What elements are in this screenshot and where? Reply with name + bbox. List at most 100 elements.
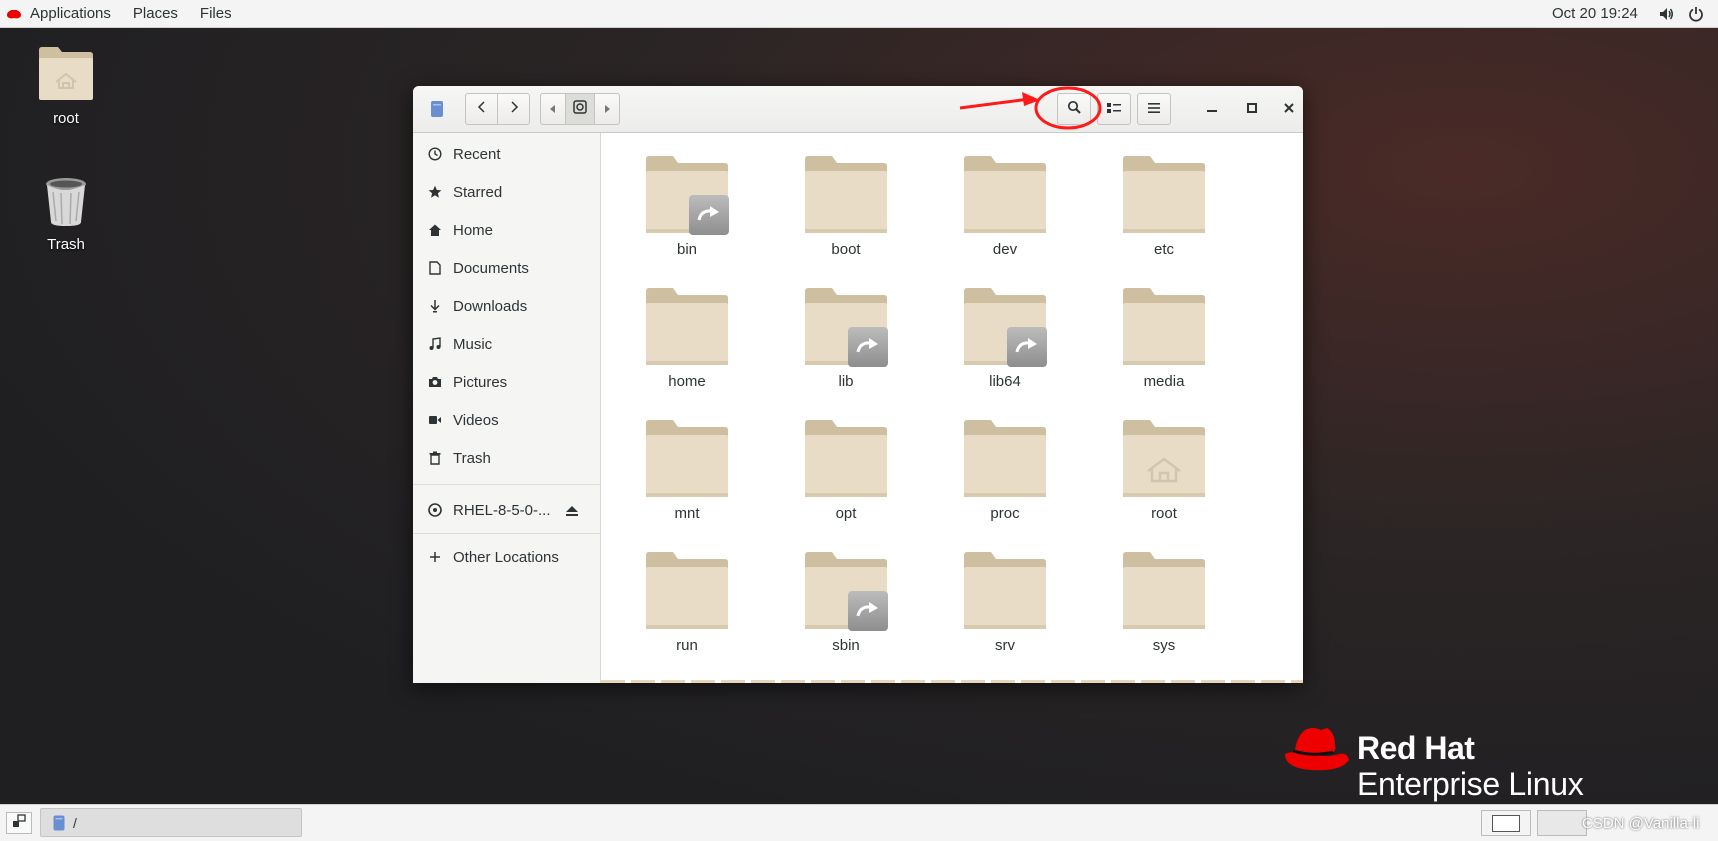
file-name-label: root	[1151, 505, 1177, 522]
sidebar-separator	[413, 484, 600, 485]
back-icon	[477, 100, 487, 118]
sidebar-item-videos[interactable]: Videos	[413, 401, 600, 439]
disc-icon	[427, 503, 443, 517]
sidebar-item-rhel-device[interactable]: RHEL-8-5-0-...	[413, 491, 600, 529]
file-item-dev[interactable]: dev	[945, 151, 1065, 258]
folder-icon	[645, 415, 729, 499]
file-name-label: lib	[838, 373, 854, 390]
brand-line-1: Red Hat	[1357, 730, 1475, 766]
taskbar-window-button[interactable]: /	[40, 808, 302, 837]
folder-icon	[804, 547, 888, 631]
applications-menu[interactable]: Applications	[22, 0, 122, 27]
workspace-1[interactable]	[1481, 810, 1531, 836]
home-folder-icon	[11, 44, 121, 106]
folder-icon	[645, 151, 729, 235]
sidebar-item-home[interactable]: Home	[413, 211, 600, 249]
sidebar-item-label: Videos	[453, 411, 499, 429]
volume-icon[interactable]	[1658, 6, 1674, 26]
file-item-run[interactable]: run	[627, 547, 747, 654]
maximize-icon	[1246, 101, 1258, 118]
path-right-button[interactable]	[594, 93, 620, 125]
eject-icon[interactable]	[565, 504, 579, 521]
files-app-icon	[53, 815, 65, 831]
list-view-button[interactable]	[1097, 93, 1131, 125]
files-menu[interactable]: Files	[189, 0, 243, 27]
top-bar: Applications Places Files Oct 20 19:24	[0, 0, 1718, 28]
file-name-label: dev	[992, 241, 1018, 258]
minimize-button[interactable]	[1197, 93, 1227, 125]
sidebar-item-label: Trash	[453, 449, 491, 467]
file-name-label: proc	[990, 505, 1020, 522]
trash-icon	[427, 451, 443, 465]
folder-icon	[963, 283, 1047, 367]
folder-icon	[963, 547, 1047, 631]
power-icon[interactable]	[1688, 6, 1704, 26]
clock-icon	[427, 147, 443, 161]
search-icon	[1067, 100, 1081, 118]
close-button[interactable]	[1277, 93, 1301, 125]
folder-icon	[1122, 283, 1206, 367]
symlink-emblem-icon	[1007, 327, 1047, 367]
file-item-mnt[interactable]: mnt	[627, 415, 747, 522]
file-item-boot[interactable]: boot	[786, 151, 906, 258]
show-desktop-icon	[12, 814, 26, 832]
sidebar-item-recent[interactable]: Recent	[413, 135, 600, 173]
sidebar-item-downloads[interactable]: Downloads	[413, 287, 600, 325]
sidebar-item-label: Downloads	[453, 297, 528, 315]
file-name-label: srv	[995, 637, 1015, 654]
file-item-sbin[interactable]: sbin	[786, 547, 906, 654]
clock[interactable]: Oct 20 19:24	[1552, 0, 1638, 27]
maximize-button[interactable]	[1237, 93, 1267, 125]
forward-button[interactable]	[497, 93, 530, 125]
file-name-label: sbin	[832, 637, 860, 654]
folder-icon	[804, 415, 888, 499]
symlink-emblem-icon	[848, 591, 888, 631]
file-item-srv[interactable]: srv	[945, 547, 1065, 654]
sidebar-item-pictures[interactable]: Pictures	[413, 363, 600, 401]
sidebar-item-music[interactable]: Music	[413, 325, 600, 363]
root-drive-icon	[573, 100, 587, 118]
file-item-lib[interactable]: lib	[786, 283, 906, 390]
search-button[interactable]	[1057, 93, 1091, 125]
file-item-opt[interactable]: opt	[786, 415, 906, 522]
file-item-etc[interactable]: etc	[1104, 151, 1224, 258]
path-left-button[interactable]	[540, 93, 566, 125]
path-left-icon	[549, 101, 557, 118]
menu-icon	[1148, 101, 1160, 118]
file-item-sys[interactable]: sys	[1104, 547, 1224, 654]
show-desktop-button[interactable]	[6, 812, 32, 834]
symlink-emblem-icon	[848, 327, 888, 367]
file-item-bin[interactable]: bin	[627, 151, 747, 258]
folder-icon	[645, 547, 729, 631]
file-item-lib64[interactable]: lib64	[945, 283, 1065, 390]
file-item-root[interactable]: root	[1104, 415, 1224, 522]
sidebar-item-label: Pictures	[453, 373, 508, 391]
trash-icon	[11, 176, 121, 232]
file-item-home[interactable]: home	[627, 283, 747, 390]
menu-button[interactable]	[1137, 93, 1171, 125]
file-name-label: media	[1143, 373, 1185, 390]
download-icon	[427, 299, 443, 313]
sidebar-item-label: Recent	[453, 145, 501, 163]
sidebar-item-documents[interactable]: Documents	[413, 249, 600, 287]
desktop-root-folder[interactable]: root	[11, 44, 121, 127]
sidebar-item-starred[interactable]: Starred	[413, 173, 600, 211]
file-item-media[interactable]: media	[1104, 283, 1224, 390]
desktop-trash[interactable]: Trash	[11, 176, 121, 253]
file-item-proc[interactable]: proc	[945, 415, 1065, 522]
file-name-label: home	[668, 373, 706, 390]
sidebar-item-trash[interactable]: Trash	[413, 439, 600, 477]
back-button[interactable]	[465, 93, 498, 125]
list-view-icon	[1107, 101, 1121, 118]
sidebar-item-label: RHEL-8-5-0-...	[453, 501, 551, 519]
sidebar-item-other-locations[interactable]: Other Locations	[413, 538, 600, 576]
folder-icon	[963, 151, 1047, 235]
workspace-2[interactable]	[1537, 810, 1587, 836]
path-root-button[interactable]	[565, 93, 595, 125]
taskbar-window-title: /	[73, 814, 77, 831]
workspace-window-thumb	[1492, 814, 1520, 832]
desktop-icon-label: root	[53, 110, 79, 127]
folder-icon	[645, 283, 729, 367]
home-icon	[427, 223, 443, 237]
places-menu[interactable]: Places	[122, 0, 189, 27]
